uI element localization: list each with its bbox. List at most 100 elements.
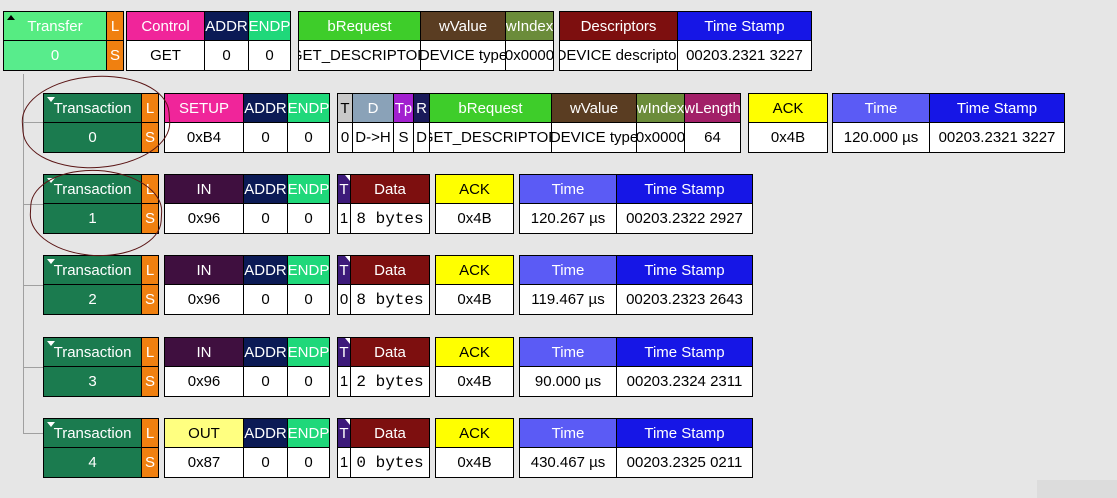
- data-header: Data: [351, 256, 429, 285]
- transfer-fields-1[interactable]: Control GET ADDR 0 ENDP 0: [126, 11, 291, 71]
- timestamp-value: 00203.2322 2927: [617, 204, 752, 233]
- tp-header: Tp: [394, 94, 413, 123]
- data-value: 8 bytes: [351, 285, 429, 314]
- wvalue-header: wValue: [421, 12, 505, 41]
- time-value: 430.467 µs: [520, 448, 616, 477]
- windex-header: wIndex: [506, 12, 553, 41]
- timestamp-header: Time Stamp: [617, 175, 752, 204]
- transaction-1-token[interactable]: IN 0x96 ADDR 0 ENDP 0: [164, 174, 330, 234]
- transfer-fields-2[interactable]: bRequest GET_DESCRIPTOR wValue DEVICE ty…: [298, 11, 554, 71]
- pid-value: 0x96: [165, 285, 243, 314]
- time-value: 120.000 µs: [833, 123, 929, 152]
- brequest-header: bRequest: [299, 12, 420, 41]
- transaction-3-block[interactable]: Transaction 3 L S: [43, 337, 159, 397]
- wlength-value: 64: [685, 123, 740, 152]
- addr-value: 0: [244, 285, 287, 314]
- transaction-1-data[interactable]: T 1 Data 8 bytes: [337, 174, 430, 234]
- transfer-block[interactable]: Transfer 0 L S: [3, 11, 124, 71]
- transaction-1-timing[interactable]: Time 120.267 µs Time Stamp 00203.2322 29…: [519, 174, 753, 234]
- tree-line-vertical: [23, 74, 24, 434]
- transaction-id: 4: [44, 448, 141, 477]
- transaction-0-block[interactable]: Transaction 0 L S: [43, 93, 159, 153]
- data-header: Data: [351, 419, 429, 448]
- endp-value: 0: [288, 285, 329, 314]
- transaction-3-handshake[interactable]: ACK 0x4B: [435, 337, 514, 397]
- transaction-1-handshake[interactable]: ACK 0x4B: [435, 174, 514, 234]
- ack-header: ACK: [436, 256, 513, 285]
- time-header: Time: [520, 419, 616, 448]
- transaction-s: S: [142, 448, 158, 477]
- timestamp-header: Time Stamp: [617, 338, 752, 367]
- transaction-0-data[interactable]: T 0 D D->H Tp S R D bRequest GET_DESCRIP…: [337, 93, 741, 153]
- tree-line-branch: [23, 122, 43, 123]
- transfer-label: Transfer: [4, 12, 106, 41]
- transaction-1-block[interactable]: Transaction 1 L S: [43, 174, 159, 234]
- transaction-2-token[interactable]: IN 0x96 ADDR 0 ENDP 0: [164, 255, 330, 315]
- pid-value: 0x87: [165, 448, 243, 477]
- transaction-l: L: [142, 338, 158, 367]
- transaction-0-timing[interactable]: Time 120.000 µs Time Stamp 00203.2321 32…: [832, 93, 1065, 153]
- transaction-l: L: [142, 419, 158, 448]
- data-value: 2 bytes: [351, 367, 429, 396]
- data-header: Data: [351, 338, 429, 367]
- time-value: 90.000 µs: [520, 367, 616, 396]
- ack-header: ACK: [436, 419, 513, 448]
- transfer-fields-3[interactable]: Descriptors DEVICE descriptor Time Stamp…: [559, 11, 812, 71]
- descriptors-header: Descriptors: [560, 12, 677, 41]
- timestamp-header: Time Stamp: [678, 12, 811, 41]
- t-header: T: [338, 175, 350, 204]
- transaction-2-handshake[interactable]: ACK 0x4B: [435, 255, 514, 315]
- transaction-3-timing[interactable]: Time 90.000 µs Time Stamp 00203.2324 231…: [519, 337, 753, 397]
- transaction-s: S: [142, 204, 158, 233]
- transfer-s: S: [107, 41, 123, 70]
- transaction-id: 2: [44, 285, 141, 314]
- ack-value: 0x4B: [749, 123, 827, 152]
- transaction-0-token[interactable]: SETUP 0xB4 ADDR 0 ENDP 0: [164, 93, 330, 153]
- transaction-label: Transaction: [44, 419, 141, 448]
- endp-header: ENDP: [249, 12, 290, 41]
- pid-header: IN: [165, 256, 243, 285]
- data-header: Data: [351, 175, 429, 204]
- t-header: T: [338, 256, 350, 285]
- r-header: R: [414, 94, 429, 123]
- t-value: 1: [338, 448, 350, 477]
- timestamp-value: 00203.2325 0211: [617, 448, 752, 477]
- ack-value: 0x4B: [436, 204, 513, 233]
- t-header: T: [338, 94, 352, 123]
- transaction-0-handshake[interactable]: ACK 0x4B: [748, 93, 828, 153]
- addr-header: ADDR: [244, 338, 287, 367]
- wvalue-value: DEVICE type: [552, 123, 636, 152]
- timestamp-header: Time Stamp: [930, 94, 1064, 123]
- transaction-id: 0: [44, 123, 141, 152]
- timestamp-value: 00203.2324 2311: [617, 367, 752, 396]
- endp-value: 0: [288, 123, 329, 152]
- endp-header: ENDP: [288, 338, 329, 367]
- transaction-4-token[interactable]: OUT 0x87 ADDR 0 ENDP 0: [164, 418, 330, 478]
- transaction-2-timing[interactable]: Time 119.467 µs Time Stamp 00203.2323 26…: [519, 255, 753, 315]
- endp-header: ENDP: [288, 175, 329, 204]
- ack-value: 0x4B: [436, 285, 513, 314]
- addr-value: 0: [244, 448, 287, 477]
- addr-header: ADDR: [205, 12, 248, 41]
- endp-header: ENDP: [288, 256, 329, 285]
- r-value: D: [414, 123, 429, 152]
- transaction-s: S: [142, 123, 158, 152]
- transaction-3-token[interactable]: IN 0x96 ADDR 0 ENDP 0: [164, 337, 330, 397]
- transfer-l: L: [107, 12, 123, 41]
- transaction-4-handshake[interactable]: ACK 0x4B: [435, 418, 514, 478]
- transaction-4-data[interactable]: T 1 Data 0 bytes: [337, 418, 430, 478]
- pid-header: OUT: [165, 419, 243, 448]
- transaction-id: 1: [44, 204, 141, 233]
- transaction-3-data[interactable]: T 1 Data 2 bytes: [337, 337, 430, 397]
- addr-value: 0: [244, 367, 287, 396]
- timestamp-header: Time Stamp: [617, 256, 752, 285]
- transaction-4-timing[interactable]: Time 430.467 µs Time Stamp 00203.2325 02…: [519, 418, 753, 478]
- transaction-2-block[interactable]: Transaction 2 L S: [43, 255, 159, 315]
- transaction-4-block[interactable]: Transaction 4 L S: [43, 418, 159, 478]
- endp-header: ENDP: [288, 94, 329, 123]
- pid-header: SETUP: [165, 94, 243, 123]
- endp-value: 0: [288, 367, 329, 396]
- transaction-2-data[interactable]: T 0 Data 8 bytes: [337, 255, 430, 315]
- brequest-header: bRequest: [430, 94, 551, 123]
- t-value: 1: [338, 204, 350, 233]
